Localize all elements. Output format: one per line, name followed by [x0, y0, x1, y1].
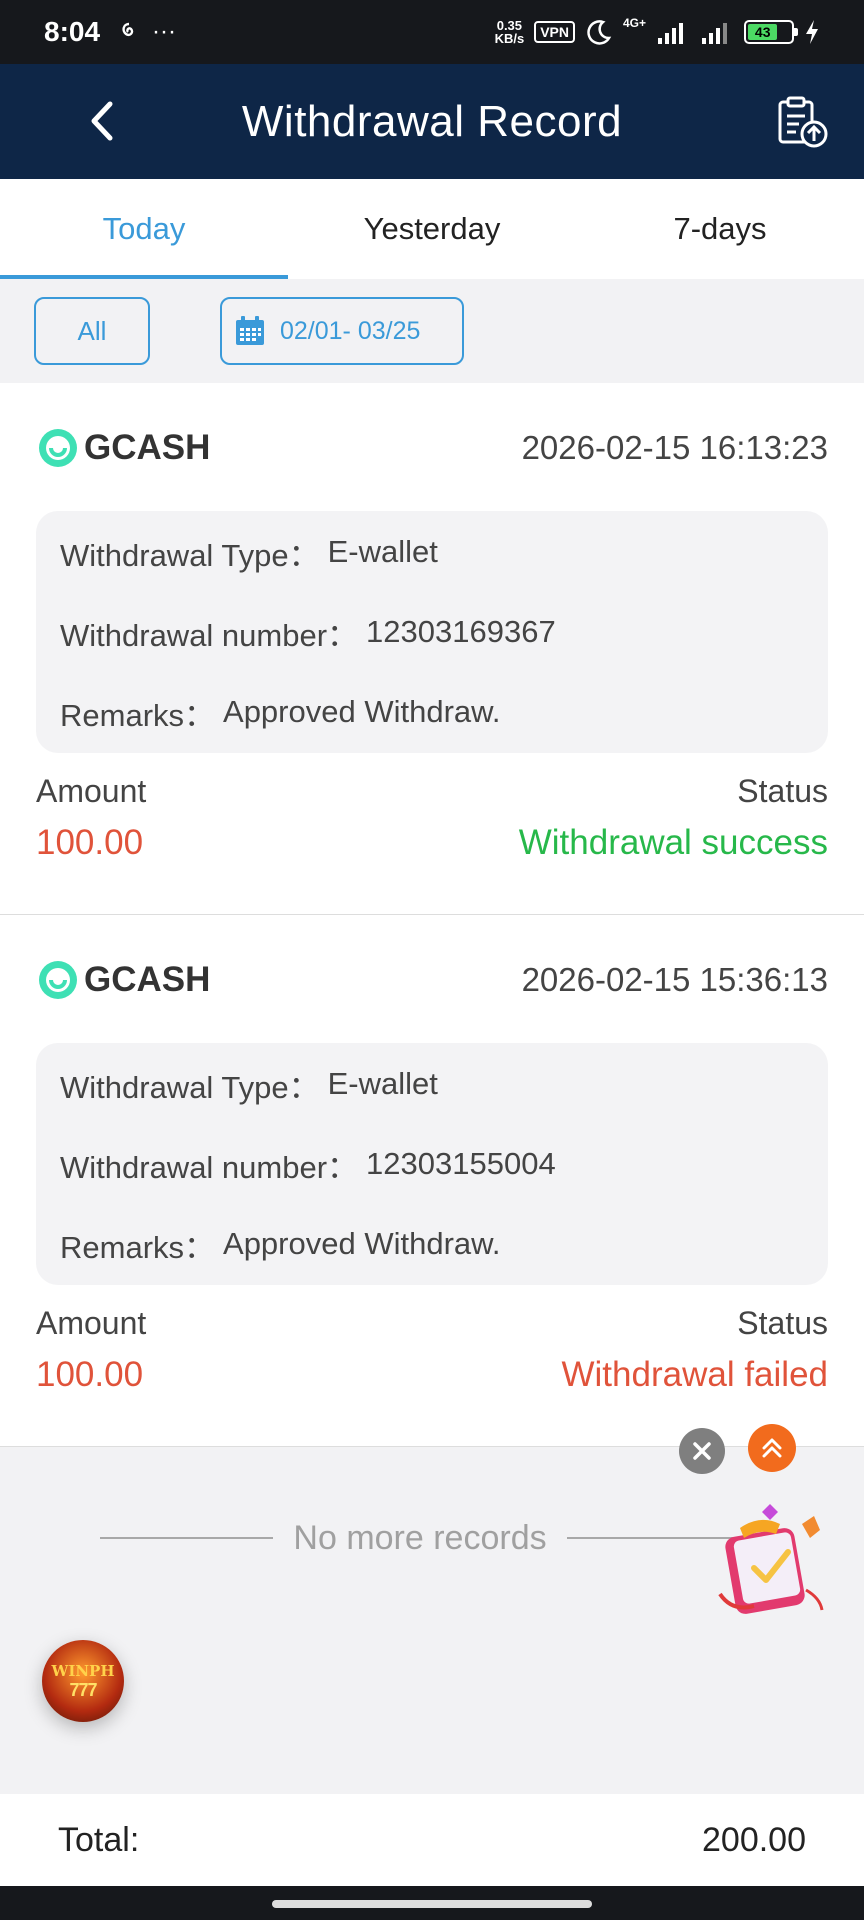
signal-icon — [658, 23, 683, 44]
network-type: 4G+ — [622, 16, 646, 30]
divider-line-left — [100, 1537, 274, 1539]
more-notifications-icon: ··· — [152, 18, 177, 45]
filter-bar: All 02/01- 03/25 — [0, 279, 864, 383]
total-value: 200.00 — [702, 1820, 806, 1859]
status-left-icons: ··· — [118, 18, 176, 46]
tab-7-days[interactable]: 7-days — [576, 179, 864, 279]
provider-name: GCASH — [84, 428, 211, 467]
withdrawal-number-value: 12303155004 — [366, 1146, 556, 1181]
withdrawal-type-value: E-wallet — [327, 534, 438, 569]
record-summary: Amount Status 100.00 Withdrawal failed — [36, 1305, 828, 1415]
record-summary: Amount Status 100.00 Withdrawal success — [36, 773, 828, 883]
battery-icon: 43 — [744, 20, 798, 44]
export-record-button[interactable] — [774, 94, 830, 150]
clipboard-upload-icon — [778, 96, 828, 148]
date-range-picker[interactable]: 02/01- 03/25 — [220, 297, 464, 365]
record-datetime: 2026-02-15 15:36:13 — [521, 961, 828, 998]
status-right: 0.35 KB/s VPN 4G+ 43 — [495, 16, 820, 46]
record-header: GCASH 2026-02-15 16:13:23 — [38, 423, 828, 473]
moon-icon — [587, 20, 612, 45]
home-indicator[interactable] — [272, 1900, 592, 1908]
withdrawal-number-row: Withdrawal number： 12303155004 — [60, 1124, 828, 1204]
tab-today[interactable]: Today — [0, 179, 288, 279]
charging-icon — [806, 20, 818, 44]
page-title: Withdrawal Record — [241, 96, 623, 146]
gcash-logo-icon — [39, 429, 77, 467]
filter-all-button[interactable]: All — [34, 297, 150, 365]
signal-icon-2 — [702, 23, 727, 44]
withdrawal-number-label: Withdrawal number： — [60, 1149, 359, 1185]
record-list: GCASH 2026-02-15 16:13:23 Withdrawal Typ… — [0, 383, 864, 1447]
app-notification-icon — [122, 22, 134, 37]
remarks-value: Approved Withdraw. — [223, 694, 501, 729]
no-more-records-label: No more records — [293, 1518, 547, 1557]
remarks-label: Remarks： — [60, 697, 216, 733]
withdrawal-number-value: 12303169367 — [366, 614, 556, 649]
battery-fill: 43 — [748, 24, 778, 40]
calendar-icon — [236, 316, 264, 345]
gift-box-icon — [718, 1504, 824, 1614]
total-bar: Total: 200.00 — [0, 1794, 864, 1886]
remarks-row: Remarks： Approved Withdraw. — [60, 672, 828, 752]
close-promo-button[interactable] — [679, 1428, 725, 1474]
withdrawal-type-row: Withdrawal Type： E-wallet — [60, 1044, 828, 1124]
amount-value: 100.00 — [36, 1355, 144, 1394]
status-label: Status — [737, 1305, 828, 1341]
status-bar: 8:04 ··· 0.35 KB/s VPN 4G+ 43 — [0, 0, 864, 64]
record-details: Withdrawal Type： E-wallet Withdrawal num… — [36, 1043, 828, 1285]
status-label: Status — [737, 773, 828, 809]
remarks-label: Remarks： — [60, 1229, 216, 1265]
close-icon — [693, 1442, 711, 1460]
remarks-value: Approved Withdraw. — [223, 1226, 501, 1261]
remarks-row: Remarks： Approved Withdraw. — [60, 1204, 828, 1284]
date-range-label: 02/01- 03/25 — [280, 316, 421, 345]
battery-level: 43 — [754, 24, 771, 40]
net-speed-unit: KB/s — [494, 31, 525, 46]
app-header: Withdrawal Record — [0, 64, 864, 179]
no-more-records: No more records — [100, 1518, 741, 1558]
withdrawal-type-label: Withdrawal Type： — [60, 1069, 320, 1105]
double-chevron-up-icon — [762, 1438, 782, 1458]
record-datetime: 2026-02-15 16:13:23 — [521, 429, 828, 466]
withdrawal-type-value: E-wallet — [327, 1066, 438, 1101]
amount-label: Amount — [36, 1305, 147, 1341]
record-card[interactable]: GCASH 2026-02-15 15:36:13 Withdrawal Typ… — [0, 915, 864, 1447]
chevron-left-icon — [91, 101, 113, 141]
withdrawal-number-label: Withdrawal number： — [60, 617, 359, 653]
record-card[interactable]: GCASH 2026-02-15 16:13:23 Withdrawal Typ… — [0, 383, 864, 915]
gift-promo-button[interactable] — [710, 1494, 836, 1620]
record-details: Withdrawal Type： E-wallet Withdrawal num… — [36, 511, 828, 753]
withdrawal-type-row: Withdrawal Type： E-wallet — [60, 512, 828, 592]
game-bubble-brand: WINPH — [51, 1661, 115, 1680]
scroll-to-top-button[interactable] — [748, 1424, 796, 1472]
amount-label: Amount — [36, 773, 147, 809]
gcash-logo-icon — [39, 961, 77, 999]
status-time: 8:04 — [44, 16, 101, 47]
date-tabs: Today Yesterday 7-days — [0, 179, 864, 279]
network-speed: 0.35 KB/s — [495, 19, 525, 45]
withdrawal-type-label: Withdrawal Type： — [60, 537, 320, 573]
vpn-badge: VPN — [534, 21, 575, 43]
withdrawal-number-row: Withdrawal number： 12303169367 — [60, 592, 828, 672]
status-value: Withdrawal success — [518, 823, 828, 862]
system-nav-bar — [0, 1886, 864, 1920]
status-value: Withdrawal failed — [561, 1355, 829, 1394]
game-launcher-bubble[interactable]: WINPH 777 — [42, 1640, 124, 1722]
amount-value: 100.00 — [36, 823, 144, 862]
record-header: GCASH 2026-02-15 15:36:13 — [38, 955, 828, 1005]
game-bubble-sub: 777 — [69, 1679, 97, 1700]
back-button[interactable] — [78, 96, 128, 146]
provider-name: GCASH — [84, 960, 211, 999]
total-label: Total: — [58, 1820, 140, 1859]
tab-yesterday[interactable]: Yesterday — [288, 179, 576, 279]
